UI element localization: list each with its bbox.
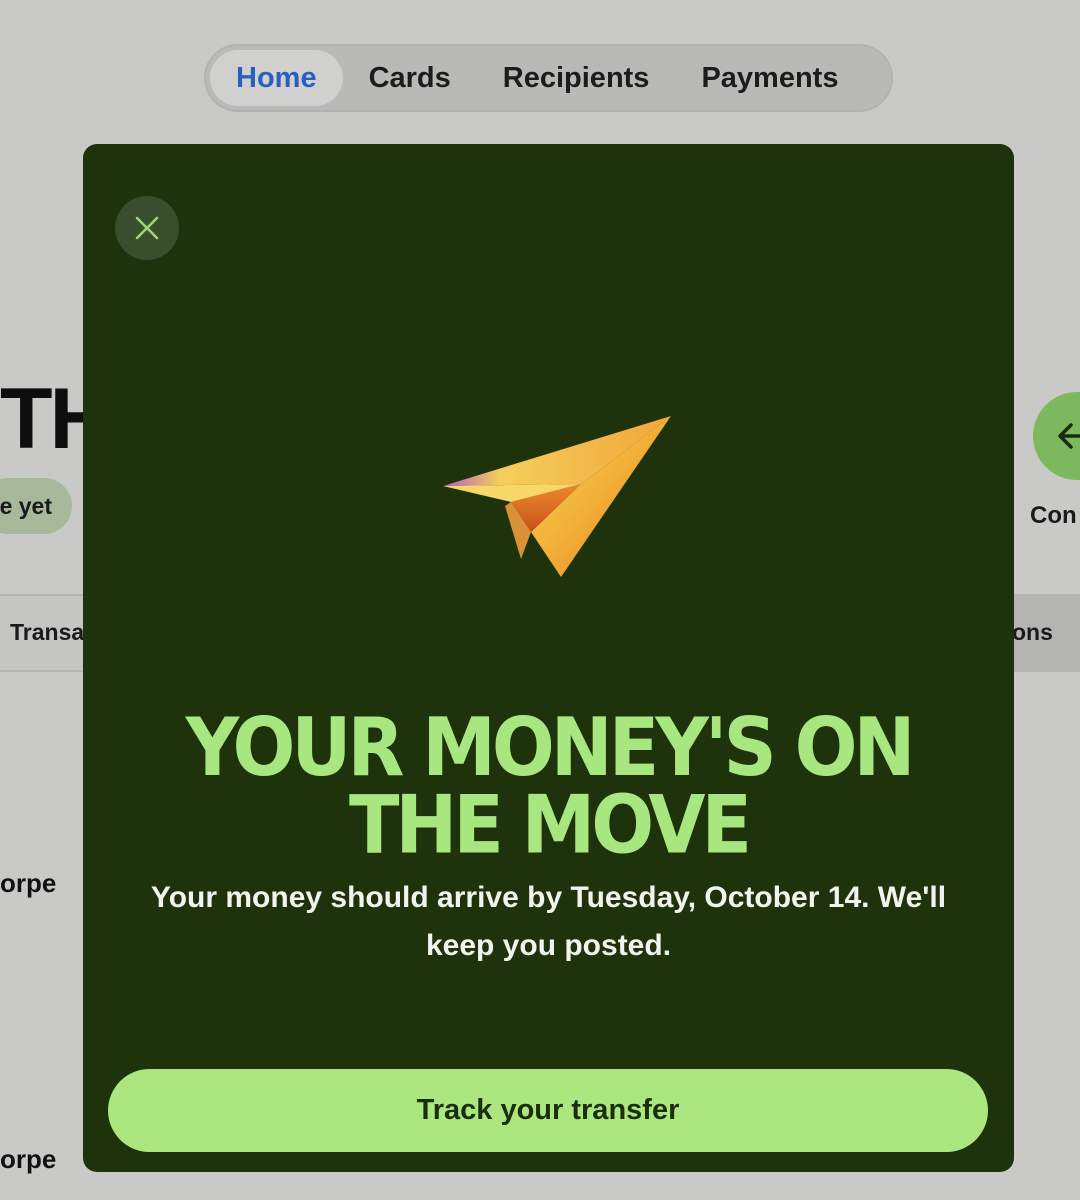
tab-cards[interactable]: Cards [343,50,477,106]
close-icon [135,216,159,240]
top-nav: Home Cards Recipients Payments [204,44,893,112]
modal-body-text: Your money should arrive by Tuesday, Oct… [150,881,947,962]
background-convert-button[interactable] [1033,392,1080,480]
background-tab-right[interactable]: ons [1012,619,1053,646]
paper-plane-icon [443,416,671,577]
tab-home[interactable]: Home [210,50,343,106]
modal-title: YOUR MONEY'S ON THE MOVE [185,701,916,873]
background-tab-transactions[interactable]: Transa [10,619,84,646]
close-button[interactable] [115,196,179,260]
background-list-item-name: orpe [0,868,57,898]
background-list-item-name: orpe [0,1144,57,1174]
transfer-confirmation-modal: YOUR MONEY'S ON THE MOVE Your money shou… [83,144,1014,1172]
track-transfer-button[interactable]: Track your transfer [108,1069,988,1152]
background-status-pill: e yet [0,478,72,534]
background-convert-label: Con [1030,502,1077,529]
tab-payments[interactable]: Payments [675,50,864,106]
arrow-left-icon [1058,423,1080,449]
tab-recipients[interactable]: Recipients [477,50,676,106]
